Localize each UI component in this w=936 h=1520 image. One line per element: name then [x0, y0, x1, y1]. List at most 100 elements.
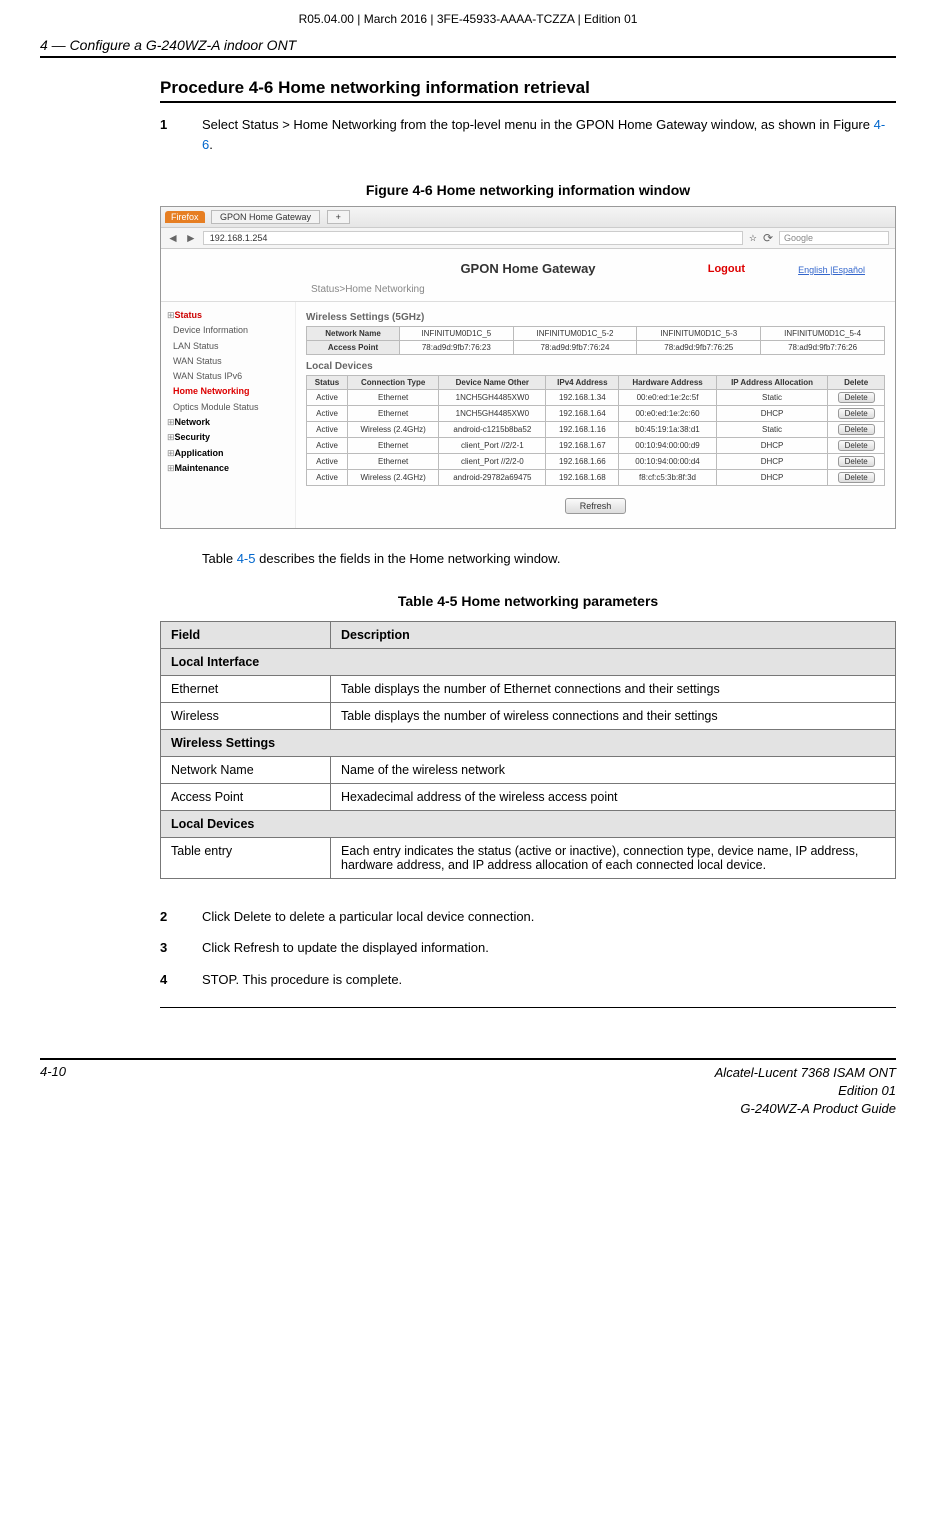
- sidebar-item-active[interactable]: Home Networking: [167, 384, 289, 399]
- table-row: Table entryEach entry indicates the stat…: [161, 837, 896, 878]
- sidebar-security[interactable]: Security: [167, 430, 289, 445]
- step-body: Click Delete to delete a particular loca…: [202, 907, 896, 927]
- delete-button[interactable]: Delete: [838, 424, 875, 435]
- delete-button[interactable]: Delete: [838, 456, 875, 467]
- language-links[interactable]: English |Español: [798, 265, 865, 275]
- section-row: Local Interface: [161, 648, 896, 675]
- cell: Ethernet: [348, 454, 439, 470]
- back-icon[interactable]: ◄: [167, 231, 179, 245]
- browser-tab[interactable]: GPON Home Gateway: [211, 210, 320, 224]
- section-row: Wireless Settings: [161, 729, 896, 756]
- page-number: 4-10: [40, 1064, 66, 1119]
- sidebar-item[interactable]: Optics Module Status: [167, 400, 289, 415]
- cell: 78:ad9d:9fb7:76:24: [513, 341, 637, 355]
- firefox-menu-button[interactable]: Firefox: [165, 211, 205, 223]
- cell: Delete: [828, 390, 885, 406]
- step-body: Click Refresh to update the displayed in…: [202, 938, 896, 958]
- desc-cell: Table displays the number of Ethernet co…: [331, 675, 896, 702]
- cell: INFINITUM0D1C_5-2: [513, 327, 637, 341]
- table-row: ActiveWireless (2.4GHz)android-c1215b8ba…: [307, 422, 885, 438]
- address-bar[interactable]: 192.168.1.254: [203, 231, 743, 245]
- after-figure-text: Table 4-5 describes the fields in the Ho…: [202, 549, 896, 569]
- step-4: 4 STOP. This procedure is complete.: [160, 970, 896, 990]
- cell: Delete: [828, 422, 885, 438]
- col-header: Description: [331, 621, 896, 648]
- new-tab-button[interactable]: +: [327, 210, 350, 224]
- sidebar-maintenance[interactable]: Maintenance: [167, 461, 289, 476]
- procedure-title: Procedure 4-6 Home networking informatio…: [160, 78, 896, 103]
- cell: 1NCH5GH4485XW0: [439, 390, 546, 406]
- section-cell: Wireless Settings: [161, 729, 896, 756]
- bookmark-icon[interactable]: ☆: [749, 233, 757, 244]
- table-row: ActiveEthernetclient_Port //2/2-1192.168…: [307, 438, 885, 454]
- field-cell: Table entry: [161, 837, 331, 878]
- cell: 1NCH5GH4485XW0: [439, 406, 546, 422]
- local-devices-label: Local Devices: [306, 361, 885, 372]
- table-row: ActiveWireless (2.4GHz)android-29782a694…: [307, 470, 885, 486]
- reload-icon[interactable]: ⟳: [763, 231, 773, 245]
- wireless-table: Network Name INFINITUM0D1C_5 INFINITUM0D…: [306, 326, 885, 355]
- section-row: Local Devices: [161, 810, 896, 837]
- cell: Ethernet: [348, 438, 439, 454]
- logout-link[interactable]: Logout: [708, 263, 745, 275]
- delete-button[interactable]: Delete: [838, 472, 875, 483]
- step-2: 2 Click Delete to delete a particular lo…: [160, 907, 896, 927]
- refresh-button[interactable]: Refresh: [565, 498, 627, 514]
- gateway-title: GPON Home Gateway: [460, 261, 595, 276]
- cell: 00:e0:ed:1e:2c:5f: [619, 390, 716, 406]
- table-ref-link[interactable]: 4-5: [237, 551, 256, 566]
- sidebar-item[interactable]: WAN Status IPv6: [167, 369, 289, 384]
- col-header: Connection Type: [348, 376, 439, 390]
- cell: INFINITUM0D1C_5: [400, 327, 514, 341]
- table-row: Network Name INFINITUM0D1C_5 INFINITUM0D…: [307, 327, 885, 341]
- table-title: Table 4-5 Home networking parameters: [160, 593, 896, 609]
- cell: 78:ad9d:9fb7:76:26: [761, 341, 885, 355]
- cell: android-c1215b8ba52: [439, 422, 546, 438]
- cell: Wireless (2.4GHz): [348, 422, 439, 438]
- sidebar-item[interactable]: WAN Status: [167, 354, 289, 369]
- desc-cell: Table displays the number of wireless co…: [331, 702, 896, 729]
- desc-cell: Hexadecimal address of the wireless acce…: [331, 783, 896, 810]
- cell: 00:10:94:00:00:d9: [619, 438, 716, 454]
- cell: 192.168.1.67: [546, 438, 619, 454]
- cell: Ethernet: [348, 390, 439, 406]
- forward-icon[interactable]: ►: [185, 231, 197, 245]
- cell: Active: [307, 454, 348, 470]
- cell: Active: [307, 390, 348, 406]
- cell: INFINITUM0D1C_5-3: [637, 327, 761, 341]
- sidebar-status[interactable]: Status: [167, 308, 289, 323]
- table-header-row: Status Connection Type Device Name Other…: [307, 376, 885, 390]
- cell: INFINITUM0D1C_5-4: [761, 327, 885, 341]
- col-header: Device Name Other: [439, 376, 546, 390]
- cell: client_Port //2/2-1: [439, 438, 546, 454]
- step-text: .: [209, 137, 213, 152]
- doc-header: R05.04.00 | March 2016 | 3FE-45933-AAAA-…: [40, 10, 896, 34]
- refresh-row: Refresh: [306, 498, 885, 514]
- sidebar-item[interactable]: LAN Status: [167, 339, 289, 354]
- field-cell: Ethernet: [161, 675, 331, 702]
- cell: 192.168.1.16: [546, 422, 619, 438]
- gateway-header: GPON Home Gateway Logout English |Españo…: [161, 249, 895, 282]
- col-header: IP Address Allocation: [716, 376, 828, 390]
- sidebar-item[interactable]: Device Information: [167, 323, 289, 338]
- col-header: Hardware Address: [619, 376, 716, 390]
- cell: Delete: [828, 454, 885, 470]
- cell: 192.168.1.66: [546, 454, 619, 470]
- cell: Active: [307, 406, 348, 422]
- cell: b0:45:19:1a:38:d1: [619, 422, 716, 438]
- col-header: Status: [307, 376, 348, 390]
- col-header: Field: [161, 621, 331, 648]
- delete-button[interactable]: Delete: [838, 408, 875, 419]
- sidebar-network[interactable]: Network: [167, 415, 289, 430]
- search-box[interactable]: Google: [779, 231, 889, 245]
- table-row: WirelessTable displays the number of wir…: [161, 702, 896, 729]
- section-cell: Local Interface: [161, 648, 896, 675]
- delete-button[interactable]: Delete: [838, 392, 875, 403]
- step-3: 3 Click Refresh to update the displayed …: [160, 938, 896, 958]
- delete-button[interactable]: Delete: [838, 440, 875, 451]
- sidebar-application[interactable]: Application: [167, 446, 289, 461]
- cell: client_Port //2/2-0: [439, 454, 546, 470]
- row-header: Network Name: [307, 327, 400, 341]
- footer-text: Alcatel-Lucent 7368 ISAM ONT: [715, 1064, 896, 1082]
- main-panel: Wireless Settings (5GHz) Network Name IN…: [296, 302, 895, 528]
